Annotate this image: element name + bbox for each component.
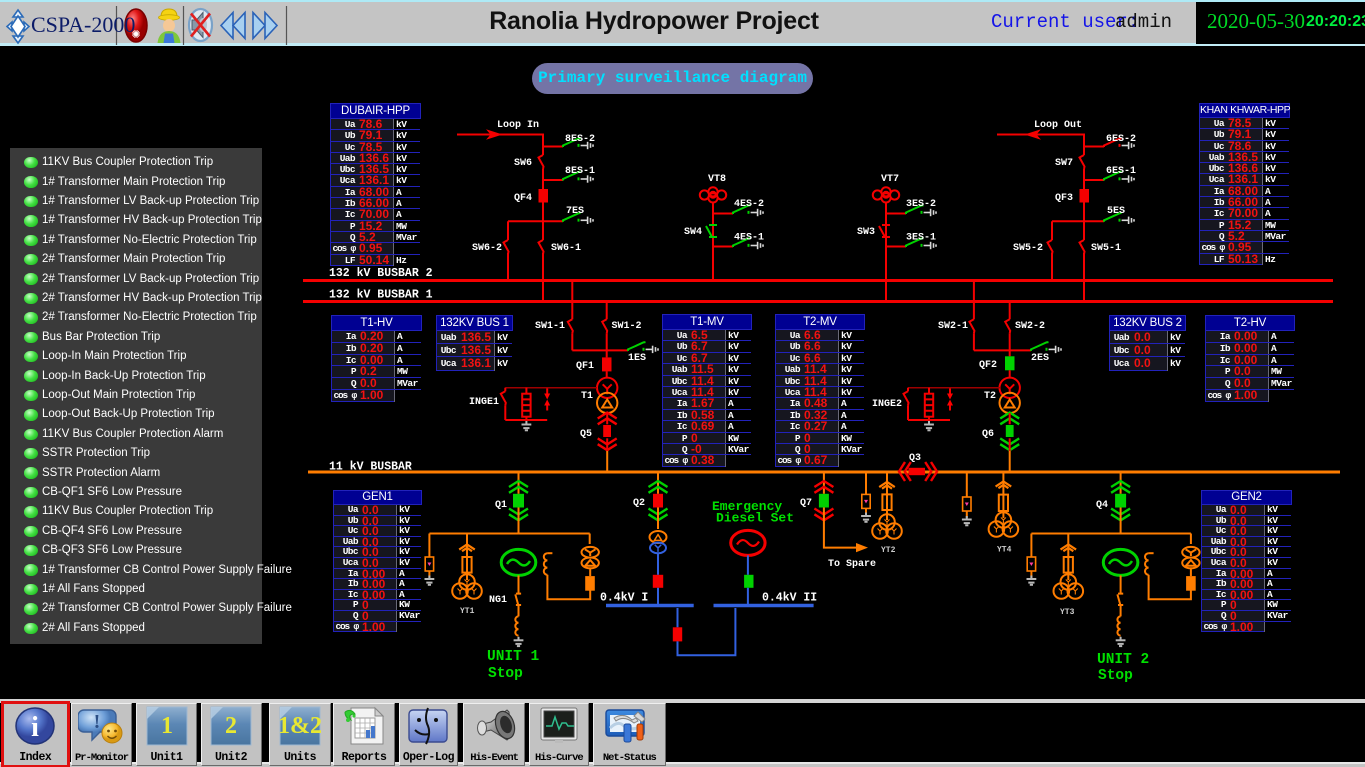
svg-text:Loop In: Loop In: [497, 120, 539, 131]
svg-text:7ES: 7ES: [566, 206, 584, 217]
svg-text:SW3: SW3: [857, 227, 875, 238]
svg-text:5ES: 5ES: [1107, 206, 1125, 217]
svg-text:UNIT 2: UNIT 2: [1097, 652, 1149, 668]
svg-text:132 kV BUSBAR 2: 132 kV BUSBAR 2: [329, 267, 433, 280]
svg-text:8ES-1: 8ES-1: [565, 166, 595, 177]
svg-text:8ES-2: 8ES-2: [565, 134, 595, 145]
svg-text:SW5-1: SW5-1: [1091, 243, 1121, 254]
svg-text:SW6: SW6: [514, 158, 532, 169]
svg-text:To Spare: To Spare: [828, 559, 876, 570]
svg-text:QF1: QF1: [576, 361, 594, 372]
svg-text:SW1-2: SW1-2: [612, 321, 642, 332]
svg-text:INGE1: INGE1: [469, 397, 499, 408]
svg-text:NG1: NG1: [489, 595, 507, 606]
svg-text:UNIT 1: UNIT 1: [487, 649, 540, 665]
svg-text:VT8: VT8: [708, 174, 726, 185]
svg-text:Q5: Q5: [580, 429, 592, 440]
svg-text:6ES-1: 6ES-1: [1106, 166, 1136, 177]
svg-text:Stop: Stop: [1098, 668, 1133, 684]
svg-text:11 kV BUSBAR: 11 kV BUSBAR: [329, 461, 412, 474]
svg-text:3ES-2: 3ES-2: [906, 199, 936, 210]
svg-text:4ES-2: 4ES-2: [734, 199, 764, 210]
svg-text:YT3: YT3: [1060, 608, 1075, 617]
svg-text:SW2-2: SW2-2: [1015, 321, 1045, 332]
svg-text:Diesel Set: Diesel Set: [716, 511, 794, 526]
svg-text:6ES-2: 6ES-2: [1106, 134, 1136, 145]
svg-text:T1: T1: [581, 391, 593, 402]
svg-text:3ES-1: 3ES-1: [906, 233, 936, 244]
svg-text:T2: T2: [984, 391, 996, 402]
svg-text:Q7: Q7: [800, 498, 812, 509]
svg-text:SW4: SW4: [684, 227, 702, 238]
svg-text:2ES: 2ES: [1031, 353, 1049, 364]
svg-text:Q4: Q4: [1096, 500, 1108, 511]
svg-text:YT4: YT4: [997, 546, 1012, 555]
svg-text:QF4: QF4: [514, 193, 532, 204]
svg-text:SW6-1: SW6-1: [551, 243, 581, 254]
svg-text:YT1: YT1: [460, 607, 475, 616]
svg-text:YT2: YT2: [881, 546, 896, 555]
svg-text:Loop Out: Loop Out: [1034, 120, 1082, 131]
svg-text:SW5-2: SW5-2: [1013, 243, 1043, 254]
svg-text:QF2: QF2: [979, 360, 997, 371]
svg-text:1ES: 1ES: [628, 353, 646, 364]
svg-text:SW6-2: SW6-2: [472, 243, 502, 254]
svg-text:Q2: Q2: [633, 498, 645, 509]
svg-text:Q6: Q6: [982, 429, 994, 440]
svg-text:SW7: SW7: [1055, 158, 1073, 169]
svg-text:Stop: Stop: [488, 666, 523, 682]
svg-text:SW2-1: SW2-1: [938, 321, 968, 332]
svg-text:INGE2: INGE2: [872, 399, 902, 410]
svg-text:SW1-1: SW1-1: [535, 321, 565, 332]
svg-text:Q1: Q1: [495, 500, 507, 511]
svg-text:QF3: QF3: [1055, 193, 1073, 204]
svg-text:VT7: VT7: [881, 174, 899, 185]
svg-text:0.4kV II: 0.4kV II: [762, 592, 817, 605]
svg-text:4ES-1: 4ES-1: [734, 233, 764, 244]
svg-text:0.4kV I: 0.4kV I: [600, 592, 648, 605]
svg-text:132 kV BUSBAR 1: 132 kV BUSBAR 1: [329, 289, 433, 302]
